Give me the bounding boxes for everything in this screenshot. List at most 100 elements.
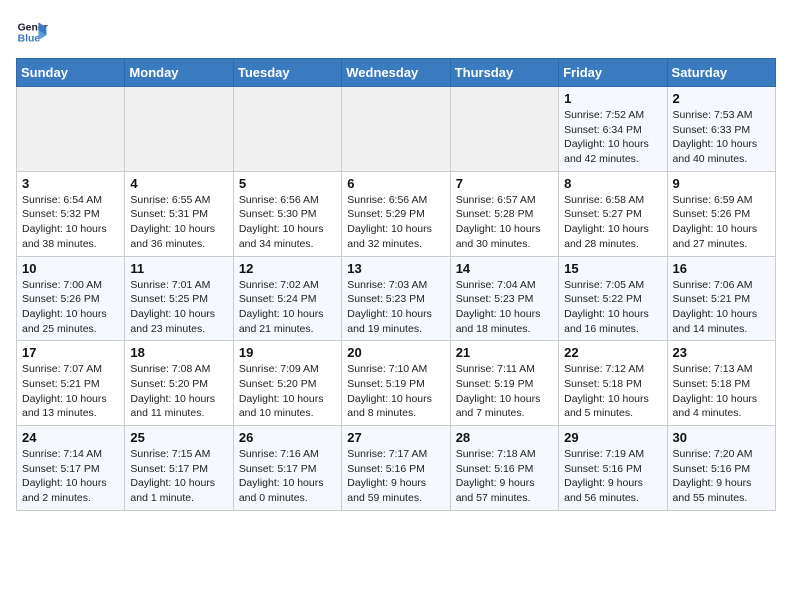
calendar-cell: 20 Sunrise: 7:10 AM Sunset: 5:19 PM Dayli… [342,341,450,426]
day-info: Sunrise: 7:04 AM Sunset: 5:23 PM Dayligh… [456,278,553,337]
day-number: 5 [239,176,336,191]
day-number: 1 [564,91,661,106]
calendar-cell: 13 Sunrise: 7:03 AM Sunset: 5:23 PM Dayli… [342,256,450,341]
header-thursday: Thursday [450,59,558,87]
calendar-cell: 19Sunrise: 7:09 AM Sunset: 5:20 PM Dayli… [233,341,341,426]
day-number: 13 [347,261,444,276]
header-wednesday: Wednesday [342,59,450,87]
calendar-cell [17,87,125,172]
logo: General Blue [16,16,48,48]
calendar-cell: 17Sunrise: 7:07 AM Sunset: 5:21 PM Dayli… [17,341,125,426]
day-number: 3 [22,176,119,191]
calendar-cell: 7Sunrise: 6:57 AM Sunset: 5:28 PM Daylig… [450,171,558,256]
day-info: Sunrise: 7:16 AM Sunset: 5:17 PM Dayligh… [239,447,336,506]
calendar-cell [125,87,233,172]
day-info: Sunrise: 6:59 AM Sunset: 5:26 PM Dayligh… [673,193,770,252]
calendar-week-4: 17Sunrise: 7:07 AM Sunset: 5:21 PM Dayli… [17,341,776,426]
day-number: 22 [564,345,661,360]
day-number: 18 [130,345,227,360]
calendar-week-5: 24Sunrise: 7:14 AM Sunset: 5:17 PM Dayli… [17,426,776,511]
calendar-cell: 14 Sunrise: 7:04 AM Sunset: 5:23 PM Dayli… [450,256,558,341]
day-info: Sunrise: 7:53 AM Sunset: 6:33 PM Dayligh… [673,108,770,167]
day-info: Sunrise: 7:13 AM Sunset: 5:18 PM Dayligh… [673,362,770,421]
day-number: 30 [673,430,770,445]
calendar-week-1: 1 Sunrise: 7:52 AM Sunset: 6:34 PM Daylig… [17,87,776,172]
day-info: Sunrise: 7:52 AM Sunset: 6:34 PM Dayligh… [564,108,661,167]
header-sunday: Sunday [17,59,125,87]
calendar-cell: 6Sunrise: 6:56 AM Sunset: 5:29 PM Daylig… [342,171,450,256]
day-number: 19 [239,345,336,360]
day-info: Sunrise: 7:18 AM Sunset: 5:16 PM Dayligh… [456,447,553,506]
day-number: 21 [456,345,553,360]
day-number: 27 [347,430,444,445]
day-info: Sunrise: 7:02 AM Sunset: 5:24 PM Dayligh… [239,278,336,337]
header-friday: Friday [559,59,667,87]
day-number: 8 [564,176,661,191]
day-number: 26 [239,430,336,445]
calendar-cell: 5 Sunrise: 6:56 AM Sunset: 5:30 PM Daylig… [233,171,341,256]
day-number: 2 [673,91,770,106]
day-number: 23 [673,345,770,360]
day-info: Sunrise: 6:55 AM Sunset: 5:31 PM Dayligh… [130,193,227,252]
day-info: Sunrise: 7:10 AM Sunset: 5:19 PM Dayligh… [347,362,444,421]
day-number: 29 [564,430,661,445]
day-info: Sunrise: 7:01 AM Sunset: 5:25 PM Dayligh… [130,278,227,337]
day-number: 14 [456,261,553,276]
day-info: Sunrise: 7:20 AM Sunset: 5:16 PM Dayligh… [673,447,770,506]
day-info: Sunrise: 7:00 AM Sunset: 5:26 PM Dayligh… [22,278,119,337]
day-number: 17 [22,345,119,360]
calendar-cell: 29 Sunrise: 7:19 AM Sunset: 5:16 PM Dayli… [559,426,667,511]
calendar-cell: 22 Sunrise: 7:12 AM Sunset: 5:18 PM Dayli… [559,341,667,426]
calendar-week-3: 10 Sunrise: 7:00 AM Sunset: 5:26 PM Dayli… [17,256,776,341]
calendar-header-row: SundayMondayTuesdayWednesdayThursdayFrid… [17,59,776,87]
calendar-cell: 4 Sunrise: 6:55 AM Sunset: 5:31 PM Daylig… [125,171,233,256]
day-info: Sunrise: 7:06 AM Sunset: 5:21 PM Dayligh… [673,278,770,337]
day-info: Sunrise: 7:08 AM Sunset: 5:20 PM Dayligh… [130,362,227,421]
day-info: Sunrise: 7:11 AM Sunset: 5:19 PM Dayligh… [456,362,553,421]
calendar-cell [450,87,558,172]
calendar-cell: 23 Sunrise: 7:13 AM Sunset: 5:18 PM Dayli… [667,341,775,426]
calendar-cell: 27 Sunrise: 7:17 AM Sunset: 5:16 PM Dayli… [342,426,450,511]
calendar-cell: 10 Sunrise: 7:00 AM Sunset: 5:26 PM Dayli… [17,256,125,341]
calendar-cell: 11 Sunrise: 7:01 AM Sunset: 5:25 PM Dayli… [125,256,233,341]
day-number: 4 [130,176,227,191]
calendar-cell: 30 Sunrise: 7:20 AM Sunset: 5:16 PM Dayli… [667,426,775,511]
calendar-cell: 28 Sunrise: 7:18 AM Sunset: 5:16 PM Dayli… [450,426,558,511]
day-info: Sunrise: 7:17 AM Sunset: 5:16 PM Dayligh… [347,447,444,506]
calendar-cell: 26 Sunrise: 7:16 AM Sunset: 5:17 PM Dayli… [233,426,341,511]
header-tuesday: Tuesday [233,59,341,87]
day-info: Sunrise: 7:12 AM Sunset: 5:18 PM Dayligh… [564,362,661,421]
day-number: 6 [347,176,444,191]
day-info: Sunrise: 6:58 AM Sunset: 5:27 PM Dayligh… [564,193,661,252]
day-number: 20 [347,345,444,360]
day-number: 10 [22,261,119,276]
calendar-week-2: 3Sunrise: 6:54 AM Sunset: 5:32 PM Daylig… [17,171,776,256]
svg-text:Blue: Blue [18,34,41,45]
calendar-cell: 25Sunrise: 7:15 AM Sunset: 5:17 PM Dayli… [125,426,233,511]
header-monday: Monday [125,59,233,87]
day-info: Sunrise: 6:56 AM Sunset: 5:30 PM Dayligh… [239,193,336,252]
calendar: SundayMondayTuesdayWednesdayThursdayFrid… [16,58,776,511]
day-info: Sunrise: 7:05 AM Sunset: 5:22 PM Dayligh… [564,278,661,337]
day-number: 9 [673,176,770,191]
header: General Blue [16,16,776,48]
day-info: Sunrise: 7:15 AM Sunset: 5:17 PM Dayligh… [130,447,227,506]
day-number: 28 [456,430,553,445]
calendar-cell: 2 Sunrise: 7:53 AM Sunset: 6:33 PM Daylig… [667,87,775,172]
day-number: 11 [130,261,227,276]
calendar-cell [233,87,341,172]
day-info: Sunrise: 7:03 AM Sunset: 5:23 PM Dayligh… [347,278,444,337]
calendar-cell: 9 Sunrise: 6:59 AM Sunset: 5:26 PM Daylig… [667,171,775,256]
day-info: Sunrise: 6:57 AM Sunset: 5:28 PM Dayligh… [456,193,553,252]
calendar-cell: 3Sunrise: 6:54 AM Sunset: 5:32 PM Daylig… [17,171,125,256]
calendar-cell: 1 Sunrise: 7:52 AM Sunset: 6:34 PM Daylig… [559,87,667,172]
header-saturday: Saturday [667,59,775,87]
calendar-cell: 21 Sunrise: 7:11 AM Sunset: 5:19 PM Dayli… [450,341,558,426]
calendar-cell [342,87,450,172]
day-number: 16 [673,261,770,276]
day-info: Sunrise: 7:19 AM Sunset: 5:16 PM Dayligh… [564,447,661,506]
calendar-cell: 18 Sunrise: 7:08 AM Sunset: 5:20 PM Dayli… [125,341,233,426]
calendar-cell: 16 Sunrise: 7:06 AM Sunset: 5:21 PM Dayli… [667,256,775,341]
day-number: 12 [239,261,336,276]
day-number: 15 [564,261,661,276]
